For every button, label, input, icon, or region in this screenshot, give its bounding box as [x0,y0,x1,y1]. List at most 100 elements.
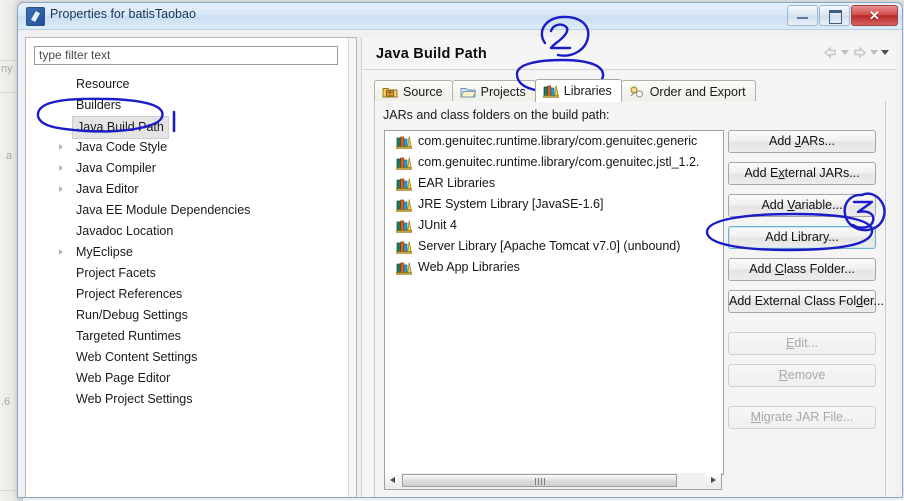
tree-item-java-build-path[interactable]: Java Build Path [26,116,356,139]
dialog-titlebar[interactable]: Properties for batisTaobao ✕ [18,3,902,30]
page-title: Java Build Path [376,46,487,62]
projects-folder-icon [459,85,476,99]
minimize-button[interactable] [787,5,818,26]
close-button[interactable]: ✕ [851,5,898,26]
libraries-horizontal-scrollbar[interactable] [384,473,722,490]
library-list-item[interactable]: com.genuitec.runtime.library/com.genuite… [385,152,723,173]
libraries-list[interactable]: com.genuitec.runtime.library/com.genuite… [384,130,724,475]
properties-dialog-icon [26,7,45,26]
tree-item-project-references[interactable]: Project References [26,284,356,305]
library-list-item-label: JUnit 4 [418,218,457,232]
tree-item-label: MyEclipse [76,245,133,259]
add-library-button[interactable]: Add Library... [728,226,876,249]
chevron-right-icon[interactable] [59,165,63,171]
tab-projects[interactable]: Projects [451,80,536,102]
tree-item-web-project-settings[interactable]: Web Project Settings [26,389,356,410]
chevron-right-icon[interactable] [59,186,63,192]
build-path-page: Java Build Path Source Projects Librarie… [361,37,896,497]
add-external-jars-button[interactable]: Add External JARs... [728,162,876,185]
tree-item-builders[interactable]: Builders [26,95,356,116]
button-label-pre: Add E [744,166,779,180]
tree-scrollbar[interactable] [348,38,356,497]
tree-item-java-ee-module-dependencies[interactable]: Java EE Module Dependencies [26,200,356,221]
filter-input[interactable] [34,46,338,65]
library-list-item[interactable]: JRE System Library [JavaSE-1.6] [385,194,723,215]
library-list-item[interactable]: EAR Libraries [385,173,723,194]
remove-button: Remove [728,364,876,387]
restore-button[interactable] [819,5,850,26]
libraries-books-icon [542,84,559,98]
forward-arrow-icon[interactable] [852,45,867,60]
library-icon [396,261,412,275]
library-list-item-label: Web App Libraries [418,260,520,274]
scroll-right-icon[interactable] [705,473,721,488]
library-icon [396,240,412,254]
tree-item-javadoc-location[interactable]: Javadoc Location [26,221,356,242]
button-label-post: ariable... [794,198,843,212]
library-list-item[interactable]: com.genuitec.runtime.library/com.genuite… [385,131,723,152]
tree-item-resource[interactable]: Resource [26,74,356,95]
settings-tree[interactable]: Resource Builders Java Build Path Java Code… [26,74,356,497]
tree-item-label: Project References [76,287,183,301]
tree-item-label: Targeted Runtimes [76,329,181,343]
library-list-item-label: EAR Libraries [418,176,496,190]
tree-item-web-page-editor[interactable]: Web Page Editor [26,368,356,389]
tree-item-java-compiler[interactable]: Java Compiler [26,158,356,179]
back-dropdown-chevron-down-icon[interactable] [841,50,849,55]
tree-item-java-code-style[interactable]: Java Code Style [26,137,356,158]
tab-order-and-export[interactable]: Order and Export [620,80,756,102]
tab-label: Source [403,84,443,99]
tree-item-java-editor[interactable]: Java Editor [26,179,356,200]
projects-folder-icon [459,87,476,97]
library-icon [396,177,412,191]
chevron-right-icon[interactable] [59,249,63,255]
add-variable-button[interactable]: Add Variable... [728,194,876,217]
button-label-pre: Add [761,198,788,212]
tree-item-label: Web Content Settings [76,350,198,364]
tree-item-project-facets[interactable]: Project Facets [26,263,356,284]
button-group-spacer [728,322,876,332]
tab-label: Libraries [563,84,612,98]
libraries-button-column: Add JARs... Add External JARs... Add Varia… [728,130,884,438]
back-arrow-icon[interactable] [823,45,838,60]
button-label-post: lass Folder... [783,262,855,276]
library-list-item-label: com.genuitec.runtime.library/com.genuite… [418,134,698,148]
tree-item-run-debug-settings[interactable]: Run/Debug Settings [26,305,356,326]
tree-item-myeclipse[interactable]: MyEclipse [26,242,356,263]
forward-dropdown-chevron-down-icon[interactable] [870,50,878,55]
button-mnemonic: M [750,410,762,424]
library-list-item[interactable]: JUnit 4 [385,215,723,236]
button-label-post: dit... [794,336,818,350]
library-icon [396,219,412,233]
tree-item-label: Java Build Path [72,116,169,139]
button-mnemonic: R [778,368,788,382]
add-class-folder-button[interactable]: Add Class Folder... [728,258,876,281]
chevron-right-icon[interactable] [59,144,63,150]
library-list-item[interactable]: Web App Libraries [385,257,723,278]
library-icon [396,219,412,233]
scrollbar-thumb[interactable] [402,474,677,487]
scroll-left-icon[interactable] [385,473,401,488]
tab-source[interactable]: Source [374,80,453,102]
add-jars-button[interactable]: Add JARs... [728,130,876,153]
background-ghost-label-2: .6 [1,396,11,408]
view-menu-chevron-down-icon[interactable] [881,50,889,55]
library-list-item[interactable]: Server Library [Apache Tomcat v7.0] (unb… [385,236,723,257]
libraries-tab-panel: JARs and class folders on the build path… [374,101,886,497]
tab-libraries[interactable]: Libraries [534,79,622,102]
settings-tree-panel: Resource Builders Java Build PathJava Code… [25,37,357,497]
button-label-post: ternal JARs... [784,166,860,180]
minimize-icon [797,17,808,19]
library-icon [396,135,412,149]
tree-item-label: Builders [76,98,122,112]
tree-item-label: Project Facets [76,266,156,280]
add-external-class-folder-button[interactable]: Add External Class Folder... [728,290,884,313]
tree-item-targeted-runtimes[interactable]: Targeted Runtimes [26,326,356,347]
library-list-item-label: Server Library [Apache Tomcat v7.0] (unb… [418,239,681,253]
library-icon [396,198,412,212]
tree-item-web-content-settings[interactable]: Web Content Settings [26,347,356,368]
button-label-post: ARs... [800,134,835,148]
tree-item-label: Java EE Module Dependencies [76,203,251,217]
library-icon [396,177,412,191]
build-path-tabs[interactable]: Source Projects Libraries Order and Export [374,79,756,102]
